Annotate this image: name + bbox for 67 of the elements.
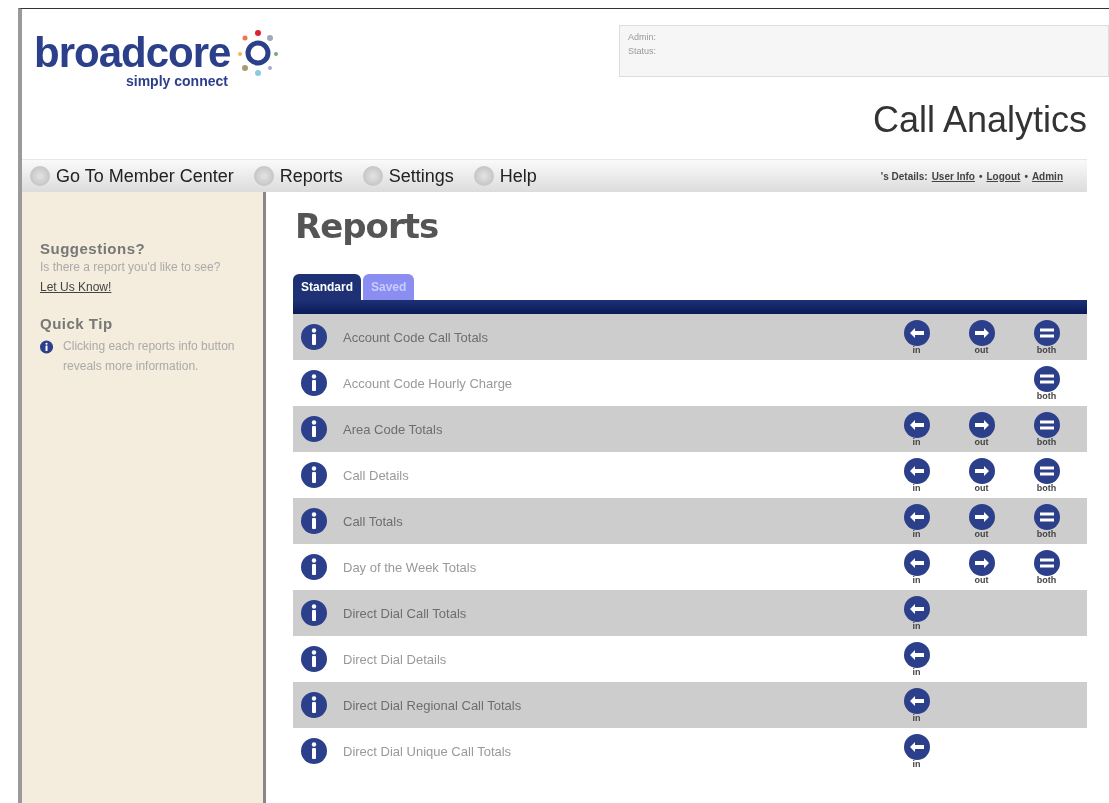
direction-button[interactable]: in (903, 687, 930, 723)
info-icon[interactable] (301, 600, 327, 626)
direction-button[interactable]: in (903, 549, 930, 585)
separator-dot: • (979, 170, 983, 182)
page-title: Reports (295, 206, 440, 246)
report-name: Call Details (343, 467, 410, 483)
info-icon[interactable] (301, 416, 327, 442)
direction-button[interactable]: both (1033, 365, 1060, 401)
direction-button[interactable]: out (968, 457, 995, 493)
info-icon[interactable] (301, 738, 327, 764)
info-icon[interactable] (301, 646, 327, 672)
info-icon[interactable] (301, 462, 327, 488)
info-icon[interactable] (301, 370, 327, 396)
report-name: Direct Dial Details (343, 651, 448, 667)
report-tab[interactable]: Standard (293, 274, 361, 300)
nav-dot-icon (362, 166, 383, 186)
details-link[interactable]: User Info (931, 170, 975, 182)
direction-button[interactable]: in (903, 503, 930, 539)
nav-dot-icon (253, 166, 274, 186)
direction-button[interactable]: in (903, 733, 930, 769)
separator-dot: • (1024, 170, 1028, 182)
direction-button[interactable]: both (1033, 503, 1060, 539)
status-label: Admin: (628, 32, 657, 42)
direction-button[interactable]: out (968, 503, 995, 539)
info-icon[interactable] (301, 554, 327, 580)
status-label: Status: (628, 46, 657, 56)
suggestion-link[interactable]: Let Us Know! (40, 280, 112, 294)
info-icon[interactable] (301, 508, 327, 534)
direction-button[interactable]: in (903, 641, 930, 677)
tip-text: Clicking each reports info button reveals more information. (63, 338, 236, 375)
nav-item[interactable]: Settings (362, 165, 454, 187)
app-title: Call Analytics (872, 99, 1087, 141)
report-name: Day of the Week Totals (343, 559, 478, 575)
direction-button[interactable]: in (903, 457, 930, 493)
tip-title: Quick Tip (40, 315, 114, 332)
info-icon[interactable] (301, 692, 327, 718)
nav-item[interactable]: Go To Member Center (30, 165, 234, 187)
report-name: Account Code Hourly Charge (343, 375, 514, 391)
nav-item[interactable]: Help (473, 165, 537, 187)
report-name: Area Code Totals (343, 421, 444, 437)
logo-wordmark: broadcore (34, 29, 231, 76)
direction-button[interactable]: both (1033, 457, 1060, 493)
direction-button[interactable]: out (968, 411, 995, 447)
report-name: Account Code Call Totals (343, 329, 489, 345)
suggestions-title: Suggestions? (40, 240, 147, 257)
direction-button[interactable]: both (1033, 411, 1060, 447)
nav-item[interactable]: Reports (253, 165, 343, 187)
direction-button[interactable]: in (903, 319, 930, 355)
nav-dot-icon (30, 166, 50, 186)
direction-button[interactable]: out (968, 319, 995, 355)
report-name: Direct Dial Unique Call Totals (343, 743, 513, 759)
details-link[interactable]: Admin (1031, 170, 1063, 182)
direction-button[interactable]: in (903, 411, 930, 447)
direction-button[interactable]: both (1033, 319, 1060, 355)
details-link[interactable]: Logout (986, 170, 1021, 182)
report-name: Call Totals (343, 513, 404, 529)
suggestions-text: Is there a report you'd like to see? Let Us Know! (40, 259, 222, 296)
info-icon[interactable] (301, 324, 327, 350)
details-label: 's Details: (880, 170, 928, 182)
direction-button[interactable]: both (1033, 549, 1060, 585)
direction-button[interactable]: out (968, 549, 995, 585)
direction-button[interactable]: in (903, 595, 930, 631)
report-name: Direct Dial Regional Call Totals (343, 697, 523, 713)
logo-tagline: simply connect (126, 73, 228, 89)
report-name: Direct Dial Call Totals (343, 605, 468, 621)
nav-dot-icon (473, 166, 494, 186)
logo-mark-icon (236, 29, 281, 77)
